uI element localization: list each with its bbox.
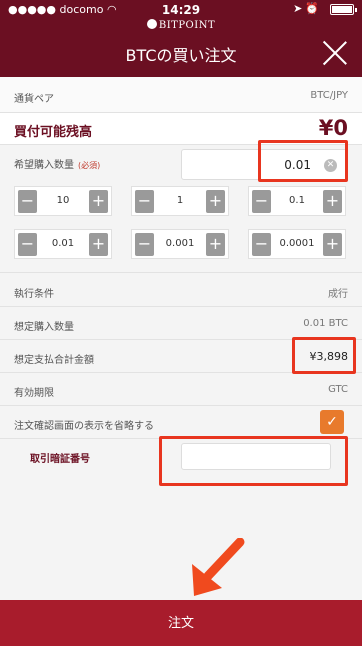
close-icon[interactable] xyxy=(322,40,348,66)
location-alarm-icons: ➤⏰ xyxy=(293,2,322,15)
minus-button[interactable]: − xyxy=(18,233,37,256)
trading-pin-label: 取引暗証番号 xyxy=(30,454,90,465)
stepper-value: 10 xyxy=(56,195,70,206)
stepper-value: 0.001 xyxy=(165,238,195,249)
stepper-value: 0.01 xyxy=(51,238,75,249)
plus-button[interactable]: + xyxy=(206,233,225,256)
available-balance-value: ¥0 xyxy=(318,116,348,140)
execution-condition-value: 成行 xyxy=(328,289,348,300)
expiry-label: 有効期限 xyxy=(14,388,54,399)
minus-button[interactable]: − xyxy=(135,190,154,213)
stepper-value: 0.0001 xyxy=(279,238,315,249)
stepper-value: 1 xyxy=(176,195,184,206)
estimated-quantity-row: 想定購入数量 0.01 BTC xyxy=(0,307,362,340)
page-title: BTCの買い注文 xyxy=(125,46,237,65)
estimated-quantity-label: 想定購入数量 xyxy=(14,322,74,333)
battery-icon xyxy=(330,4,357,15)
currency-pair-value: BTC/JPY xyxy=(310,90,348,101)
quantity-input[interactable]: 0.01 ✕ xyxy=(181,149,348,180)
execution-condition-label: 執行条件 xyxy=(14,289,54,300)
clear-icon[interactable]: ✕ xyxy=(324,159,337,172)
trading-pin-input[interactable] xyxy=(181,443,331,470)
minus-button[interactable]: − xyxy=(18,190,37,213)
quantity-stepper: − 0.01 + xyxy=(14,229,112,259)
estimated-quantity-value: 0.01 BTC xyxy=(303,318,348,329)
required-badge: (必須) xyxy=(78,161,101,170)
header: ●●●●● docomo ◠ 14:29 ➤⏰ BITPOINT BTCの買い注… xyxy=(0,0,362,77)
status-bar: ●●●●● docomo ◠ 14:29 ➤⏰ xyxy=(0,2,362,18)
quantity-stepper: − 0.1 + xyxy=(248,186,346,216)
plus-button[interactable]: + xyxy=(89,233,108,256)
available-balance-label: 買付可能残高 xyxy=(14,125,93,140)
skip-confirmation-label: 注文確認画面の表示を省略する xyxy=(14,421,154,432)
estimated-payment-label: 想定支払合計金額 xyxy=(14,355,94,366)
currency-pair-row: 通貨ペア BTC/JPY xyxy=(0,77,362,113)
quantity-section: 希望購入数量 (必須) 0.01 ✕ − 10 + − 1 + − 0.1 + −… xyxy=(0,145,362,273)
execution-condition-row: 執行条件 成行 xyxy=(0,273,362,307)
currency-pair-label: 通貨ペア xyxy=(14,94,54,105)
pointer-arrow-icon xyxy=(192,538,245,596)
plus-button[interactable]: + xyxy=(206,190,225,213)
quantity-stepper: − 1 + xyxy=(131,186,229,216)
plus-button[interactable]: + xyxy=(89,190,108,213)
logo-mark-icon xyxy=(146,19,157,29)
expiry-value: GTC xyxy=(328,384,348,395)
quantity-stepper: − 10 + xyxy=(14,186,112,216)
trading-pin-row: 取引暗証番号 xyxy=(0,439,362,481)
minus-button[interactable]: − xyxy=(135,233,154,256)
skip-confirmation-checkbox[interactable]: ✓ xyxy=(320,410,344,434)
minus-button[interactable]: − xyxy=(252,190,271,213)
expiry-row: 有効期限 GTC xyxy=(0,373,362,406)
quantity-stepper: − 0.0001 + xyxy=(248,229,346,259)
brand-logo: BITPOINT xyxy=(0,19,362,31)
skip-confirmation-row: 注文確認画面の表示を省略する ✓ xyxy=(0,406,362,439)
quantity-stepper: − 0.001 + xyxy=(131,229,229,259)
quantity-label: 希望購入数量 (必須) xyxy=(14,160,101,171)
check-icon: ✓ xyxy=(326,414,338,430)
stepper-value: 0.1 xyxy=(289,195,305,206)
estimated-payment-value: ¥3,898 xyxy=(309,350,349,363)
plus-button[interactable]: + xyxy=(323,233,342,256)
quantity-value: 0.01 xyxy=(284,158,311,172)
estimated-payment-row: 想定支払合計金額 ¥3,898 xyxy=(0,340,362,373)
plus-button[interactable]: + xyxy=(323,190,342,213)
minus-button[interactable]: − xyxy=(252,233,271,256)
order-button[interactable]: 注文 xyxy=(0,600,362,646)
available-balance-row: 買付可能残高 ¥0 xyxy=(0,113,362,145)
